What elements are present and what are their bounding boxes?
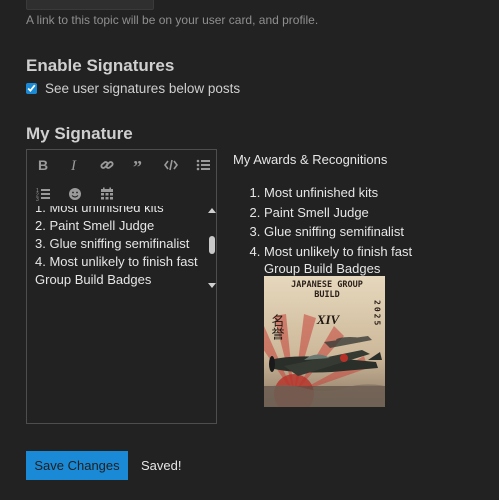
award-item: Glue sniffing semifinalist bbox=[264, 222, 412, 242]
bullet-list-icon[interactable] bbox=[192, 154, 214, 176]
signature-preview-heading: My Awards & Recognitions bbox=[233, 152, 388, 167]
scroll-thumb[interactable] bbox=[209, 236, 215, 254]
see-signatures-checkbox-row[interactable]: See user signatures below posts bbox=[26, 81, 240, 96]
code-icon[interactable] bbox=[160, 154, 182, 176]
save-changes-button[interactable]: Save Changes bbox=[26, 451, 128, 480]
italic-icon[interactable]: I bbox=[64, 154, 86, 176]
saved-status-text: Saved! bbox=[141, 458, 182, 473]
editor-line: Group Build Badges bbox=[35, 272, 152, 287]
editor-line: 4. Most unlikely to finish fast bbox=[35, 254, 198, 269]
bold-icon[interactable]: B bbox=[32, 154, 54, 176]
calendar-icon[interactable] bbox=[96, 183, 118, 205]
award-item: Most unfinished kits bbox=[264, 183, 412, 203]
svg-text:3: 3 bbox=[36, 197, 39, 201]
enable-signatures-heading: Enable Signatures bbox=[26, 56, 175, 75]
svg-text:B: B bbox=[38, 158, 48, 172]
badge-numeral: XIV bbox=[316, 312, 341, 327]
award-item: Paint Smell Judge bbox=[264, 203, 412, 223]
group-build-badges-label: Group Build Badges bbox=[264, 261, 381, 276]
award-list: Most unfinished kits Paint Smell Judge G… bbox=[232, 183, 412, 261]
scroll-down-arrow-icon[interactable] bbox=[208, 283, 216, 288]
editor-toolbar: B I ” 123 bbox=[27, 150, 216, 208]
scroll-up-arrow-icon[interactable] bbox=[208, 208, 216, 213]
emoji-icon[interactable] bbox=[64, 183, 86, 205]
badge-kanji: 名誉 bbox=[269, 313, 285, 341]
svg-text:I: I bbox=[70, 158, 77, 172]
signature-editor: B I ” 123 1. Most unfinished kits 2. Pai… bbox=[26, 149, 217, 424]
editor-scrollbar[interactable] bbox=[207, 208, 217, 288]
svg-text:”: ” bbox=[133, 158, 142, 172]
featured-topic-help-text: A link to this topic will be on your use… bbox=[26, 13, 319, 27]
editor-line: 2. Paint Smell Judge bbox=[35, 218, 155, 233]
see-signatures-checkbox[interactable] bbox=[26, 83, 37, 94]
see-signatures-label[interactable]: See user signatures below posts bbox=[45, 81, 240, 96]
editor-line: 3. Glue sniffing semifinalist bbox=[35, 236, 190, 251]
my-signature-heading: My Signature bbox=[26, 124, 133, 143]
badge-year: 2025 bbox=[373, 300, 382, 327]
editor-line: 1. Most unfinished kits bbox=[35, 206, 164, 215]
badge-title-line2: BUILD bbox=[314, 290, 340, 300]
numbered-list-icon[interactable]: 123 bbox=[32, 183, 54, 205]
quote-icon[interactable]: ” bbox=[128, 154, 150, 176]
badge-title-line1: JAPANESE GROUP bbox=[291, 280, 363, 290]
award-item: Most unlikely to finish fast bbox=[264, 242, 412, 262]
link-icon[interactable] bbox=[96, 154, 118, 176]
featured-topic-select[interactable] bbox=[26, 0, 154, 10]
signature-textarea[interactable]: 1. Most unfinished kits 2. Paint Smell J… bbox=[27, 206, 205, 290]
group-build-badge-image: JAPANESE GROUP BUILD 名誉 XIV 2025 bbox=[254, 276, 385, 414]
